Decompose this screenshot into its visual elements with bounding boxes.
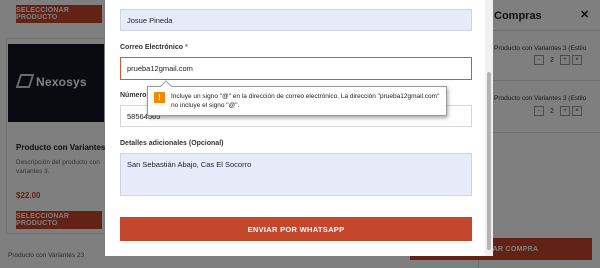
scrollbar-thumb[interactable] xyxy=(487,72,491,250)
validation-message: Incluye un signo "@" en la dirección de … xyxy=(171,93,440,109)
validation-tooltip: ! Incluye un signo "@" en la dirección d… xyxy=(147,80,447,116)
name-value: Josue Pineda xyxy=(127,15,173,25)
details-value: San Sebastián Abajo, Cas El Socorro xyxy=(127,160,252,169)
required-marker: * xyxy=(184,44,188,51)
warning-icon: ! xyxy=(154,92,165,103)
modal-scrollbar[interactable] xyxy=(485,0,493,256)
details-textarea[interactable]: San Sebastián Abajo, Cas El Socorro xyxy=(120,153,472,196)
email-value: prueba12gmail.com xyxy=(127,64,193,73)
email-label: Correo Electrónico * xyxy=(120,44,188,51)
whatsapp-order-modal: Josue Pineda Correo Electrónico * prueba… xyxy=(105,0,493,256)
details-label: Detalles adicionales (Opcional) xyxy=(120,140,224,147)
name-field[interactable]: Josue Pineda xyxy=(120,9,472,31)
send-whatsapp-button[interactable]: ENVIAR POR WHATSAPP xyxy=(120,217,472,241)
email-field[interactable]: prueba12gmail.com xyxy=(120,57,472,80)
